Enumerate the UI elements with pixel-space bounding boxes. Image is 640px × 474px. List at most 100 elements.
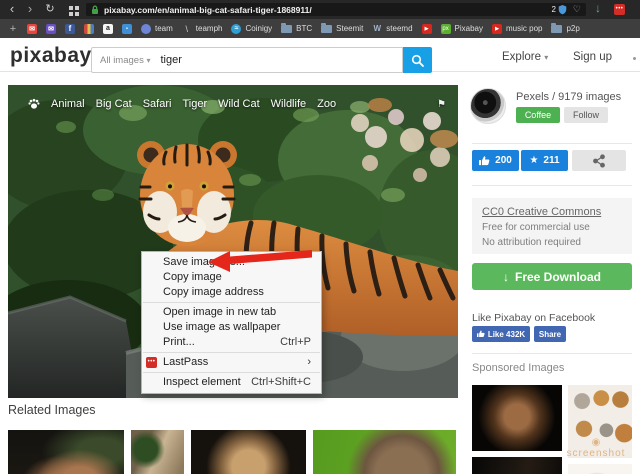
- watermark: ◉ screenshot: [556, 437, 636, 459]
- sponsored-image[interactable]: [472, 457, 562, 474]
- related-image[interactable]: [313, 430, 456, 474]
- bookmark-shop[interactable]: [84, 23, 94, 34]
- download-icon: ↓: [502, 269, 509, 284]
- share-icon: [593, 153, 605, 168]
- pixabay-icon: px: [440, 23, 451, 34]
- bookmark-mail[interactable]: ✉: [46, 23, 56, 34]
- thumb-up-icon: [479, 155, 490, 165]
- folder-icon: [281, 23, 293, 33]
- coffee-button[interactable]: Coffee: [516, 107, 560, 123]
- related-image[interactable]: [191, 430, 306, 474]
- mail-icon: ✉: [46, 23, 56, 34]
- back-icon[interactable]: ‹: [5, 0, 19, 19]
- facebook-prompt: Like Pixabay on Facebook: [472, 312, 596, 324]
- free-download-button[interactable]: ↓ Free Download: [472, 263, 632, 290]
- related-images-row: [8, 430, 458, 474]
- lock-icon: [92, 5, 98, 14]
- star-icon: ★: [529, 155, 539, 166]
- slash-icon: \: [185, 23, 189, 34]
- heart-icon[interactable]: ♡: [573, 4, 581, 15]
- facebook-share-button[interactable]: Share: [534, 326, 566, 342]
- follow-button[interactable]: Follow: [564, 107, 608, 123]
- site-header: pixabay All images ▾ tiger Explore ▾ Sig…: [0, 38, 640, 73]
- flag-icon[interactable]: ⚑: [437, 99, 446, 110]
- tag-safari[interactable]: Safari: [143, 98, 172, 110]
- chevron-down-icon: ▾: [544, 53, 549, 62]
- bookmark-pixabay[interactable]: px Pixabay: [440, 23, 483, 34]
- search-filter-dropdown[interactable]: All images ▾: [100, 55, 150, 66]
- avatar[interactable]: [470, 88, 506, 124]
- license-link[interactable]: CC0 Creative Commons: [482, 206, 622, 218]
- menu-item-inspect-element[interactable]: Inspect element Ctrl+Shift+C: [142, 375, 321, 390]
- bookmark-folder-p2p[interactable]: p2p: [551, 23, 580, 33]
- menu-item-open-image-new-tab[interactable]: Open image in new tab: [142, 305, 321, 320]
- tag-big-cat[interactable]: Big Cat: [96, 98, 132, 110]
- bookmark-youtube[interactable]: ▶: [421, 23, 432, 34]
- bookmark-facebook[interactable]: f: [65, 23, 75, 34]
- divider: [472, 353, 632, 354]
- like-button[interactable]: 200: [472, 150, 519, 171]
- bookmark-steemd[interactable]: Wsteemd: [372, 24, 413, 34]
- menu-separator: [143, 302, 320, 303]
- bookmarks-bar: + ✉ ✉ f a • team \ teamph ≈ Coinigy BTC St…: [0, 19, 640, 38]
- sign-up-link[interactable]: Sign up: [573, 51, 612, 63]
- divider: [472, 143, 632, 144]
- overflow-dot: [633, 57, 636, 60]
- license-line: Free for commercial use: [482, 222, 590, 233]
- favorite-button[interactable]: ★ 211: [521, 150, 568, 171]
- url-text: pixabay.com/en/animal-big-cat-safari-tig…: [104, 4, 312, 15]
- tag-zoo[interactable]: Zoo: [317, 98, 336, 110]
- coinigy-icon: ≈: [231, 23, 242, 34]
- bookmark-gmail[interactable]: ✉: [27, 23, 37, 34]
- bookmark-amazon[interactable]: a: [103, 23, 113, 34]
- author-line[interactable]: Pexels / 9179 images: [516, 91, 621, 103]
- forward-icon[interactable]: ›: [23, 0, 37, 19]
- lastpass-icon: •••: [146, 357, 157, 368]
- bookmark-add[interactable]: +: [8, 22, 18, 35]
- explore-menu[interactable]: Explore ▾: [502, 51, 548, 63]
- search-button[interactable]: [403, 47, 432, 73]
- bookmark-coinigy[interactable]: ≈ Coinigy: [231, 23, 272, 34]
- facebook-icon: f: [65, 23, 75, 34]
- paw-icon: [28, 98, 40, 109]
- shield-icon[interactable]: [558, 4, 567, 15]
- menu-item-print[interactable]: Print... Ctrl+P: [142, 335, 321, 350]
- related-image[interactable]: [131, 430, 184, 474]
- chevron-down-icon: ▾: [146, 55, 151, 65]
- downloads-icon[interactable]: ↓: [595, 1, 601, 15]
- bookmark-folder-btc[interactable]: BTC: [281, 23, 312, 33]
- address-bar[interactable]: pixabay.com/en/animal-big-cat-safari-tig…: [86, 3, 586, 16]
- tag-animal[interactable]: Animal: [51, 98, 85, 110]
- plus-icon: +: [9, 22, 17, 35]
- reload-icon[interactable]: ↻: [43, 0, 57, 19]
- license-box: CC0 Creative Commons Free for commercial…: [472, 198, 632, 254]
- gmail-icon: ✉: [27, 23, 37, 34]
- menu-item-lastpass[interactable]: ••• LastPass ›: [142, 355, 321, 370]
- amazon-icon: a: [103, 23, 113, 34]
- tag-wildlife[interactable]: Wildlife: [271, 98, 306, 110]
- bookmark-team[interactable]: team: [141, 23, 173, 34]
- bookmark-teamph[interactable]: \ teamph: [182, 24, 223, 34]
- pixabay-logo[interactable]: pixabay: [10, 44, 92, 68]
- lastpass-extension-icon[interactable]: •••: [614, 4, 625, 15]
- bookmark-music-pop[interactable]: ▶ music pop: [492, 23, 542, 34]
- bookmark-folder-steemit[interactable]: Steemit: [321, 23, 363, 33]
- youtube-icon: ▶: [492, 23, 502, 34]
- annotation-arrow: [208, 250, 312, 272]
- photo-tags: Animal Big Cat Safari Tiger Wild Cat Wil…: [28, 98, 446, 110]
- sponsored-image[interactable]: [568, 464, 632, 474]
- share-button[interactable]: [572, 150, 626, 171]
- tag-wild-cat[interactable]: Wild Cat: [218, 98, 260, 110]
- steem-icon: W: [373, 24, 382, 33]
- facebook-like-button[interactable]: Like 432K: [472, 326, 530, 342]
- sponsored-image[interactable]: [472, 385, 562, 451]
- bookmark-chat[interactable]: •: [122, 23, 132, 34]
- menu-item-use-image-as-wallpaper[interactable]: Use image as wallpaper: [142, 320, 321, 335]
- search-input[interactable]: All images ▾ tiger: [91, 47, 403, 73]
- speed-dial-icon[interactable]: [69, 6, 73, 10]
- related-image[interactable]: [8, 430, 124, 474]
- thumb-up-icon: [476, 330, 485, 337]
- tag-tiger[interactable]: Tiger: [182, 98, 207, 110]
- chat-icon: •: [122, 23, 132, 34]
- menu-item-copy-image-address[interactable]: Copy image address: [142, 285, 321, 300]
